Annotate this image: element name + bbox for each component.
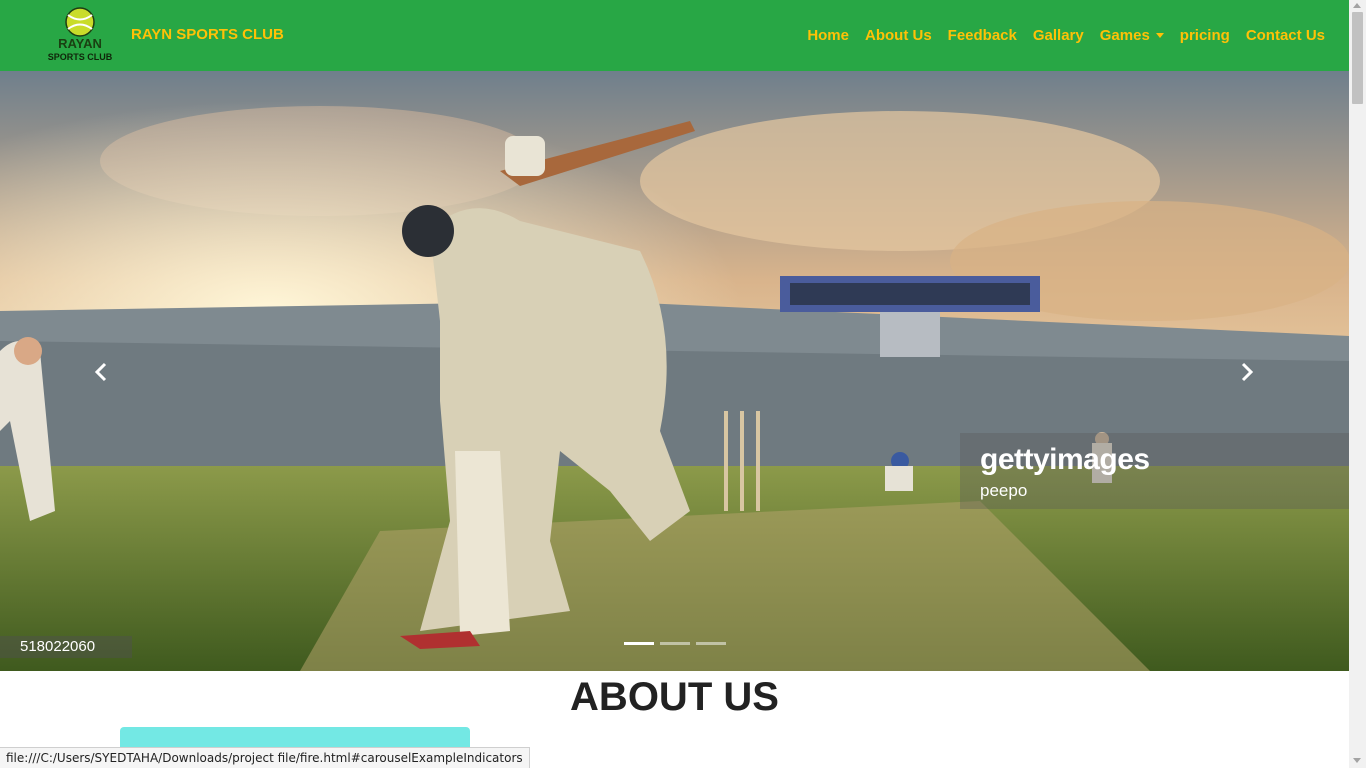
chevron-right-icon xyxy=(1241,362,1254,382)
nav-link-contact-us[interactable]: Contact Us xyxy=(1246,27,1325,44)
nav-link-gallary[interactable]: Gallary xyxy=(1033,27,1084,44)
carousel-prev-button[interactable] xyxy=(86,357,116,387)
page: RAYAN SPORTS CLUB RAYN SPORTS CLUB Home … xyxy=(0,0,1366,768)
cricket-batsman-image xyxy=(0,71,1349,671)
brand-name[interactable]: RAYN SPORTS CLUB xyxy=(131,26,284,43)
nav-dropdown-games[interactable]: Games xyxy=(1100,27,1164,44)
browser-status-bar: file:///C:/Users/SYEDTAHA/Downloads/proj… xyxy=(0,747,530,768)
caret-down-icon xyxy=(1155,33,1164,38)
tennis-ball-logo-icon: RAYAN SPORTS CLUB xyxy=(48,7,113,62)
carousel-indicator-3[interactable] xyxy=(696,642,726,645)
nav-menu: Home About Us Feedback Gallary Games pri… xyxy=(791,0,1325,71)
hero-carousel[interactable]: gettyimages peepo 518022060 xyxy=(0,71,1349,671)
about-us-heading: ABOUT US xyxy=(570,675,779,719)
watermark-brand: gettyimages xyxy=(980,443,1150,476)
navbar: RAYAN SPORTS CLUB RAYN SPORTS CLUB Home … xyxy=(0,0,1349,71)
carousel-next-button[interactable] xyxy=(1232,357,1262,387)
scroll-up-arrow-icon[interactable] xyxy=(1353,3,1361,8)
nav-link-feedback[interactable]: Feedback xyxy=(948,27,1017,44)
carousel-indicator-1[interactable] xyxy=(624,642,654,645)
scroll-down-arrow-icon[interactable] xyxy=(1353,758,1361,763)
carousel-indicator-2[interactable] xyxy=(660,642,690,645)
chevron-left-icon xyxy=(94,362,107,382)
stock-watermark: gettyimages peepo xyxy=(960,433,1349,509)
nav-dropdown-games-label: Games xyxy=(1099,27,1150,44)
club-logo[interactable]: RAYAN SPORTS CLUB xyxy=(36,6,124,64)
vertical-scrollbar[interactable] xyxy=(1349,0,1366,768)
nav-link-pricing[interactable]: pricing xyxy=(1180,27,1230,44)
nav-link-about-us[interactable]: About Us xyxy=(865,27,932,44)
logo-text-top: RAYAN xyxy=(58,36,102,51)
watermark-user: peepo xyxy=(980,481,1028,500)
image-id-label: 518022060 xyxy=(0,636,132,658)
carousel-indicators xyxy=(624,642,732,645)
logo-text-bottom: SPORTS CLUB xyxy=(48,52,113,62)
scrollbar-thumb[interactable] xyxy=(1352,12,1363,104)
nav-link-home[interactable]: Home xyxy=(807,27,849,44)
